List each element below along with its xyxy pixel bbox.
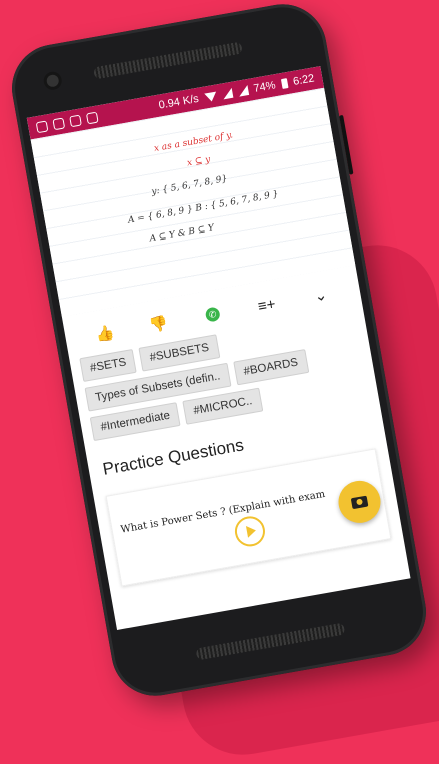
share-whatsapp-button[interactable]: ✆ (200, 303, 225, 327)
signal-icon-2 (237, 85, 249, 97)
dropbox-icon (35, 119, 49, 133)
phone-frame: 0.94 K/s 74% 6:22 x as a subset of y. x … (5, 0, 433, 703)
battery-icon (280, 78, 289, 90)
front-camera (45, 73, 60, 88)
signal-icon (221, 87, 233, 100)
clock: 6:22 (292, 72, 316, 88)
camera-icon (350, 495, 369, 509)
note-line: A = { 6, 8, 9 } B : { 5, 6, 7, 8, 9 } (127, 189, 280, 226)
bottom-speaker-grille (195, 622, 346, 661)
dislike-icon[interactable]: 👎 (146, 312, 171, 336)
tag-chip[interactable]: #BOARDS (232, 349, 309, 386)
note-line: y: { 5, 6, 7, 8, 9} (150, 174, 229, 198)
like-icon[interactable]: 👍 (92, 322, 117, 346)
whatsapp-icon: ✆ (204, 306, 221, 323)
side-button (339, 114, 354, 175)
note-line: x ⊆ y (186, 154, 212, 169)
play-icon (245, 524, 257, 538)
top-speaker-grille (93, 41, 243, 80)
sync-icon (52, 117, 66, 130)
whatsapp-notification-icon (69, 114, 82, 127)
tag-chip[interactable]: #SETS (79, 348, 138, 383)
battery-percent: 74% (252, 79, 277, 95)
wifi-icon (203, 91, 218, 103)
expand-chevron-icon[interactable]: ⌄ (308, 284, 333, 308)
question-text: What is Power Sets ? (Explain with exam (119, 488, 327, 536)
note-line: x as a subset of y. (153, 130, 234, 155)
note-line: A ⊆ Y & B ⊆ Y (148, 223, 215, 245)
laptop-icon (85, 111, 99, 124)
app-screen: 0.94 K/s 74% 6:22 x as a subset of y. x … (26, 66, 411, 630)
network-speed: 0.94 K/s (157, 92, 200, 112)
add-to-playlist-icon[interactable]: ≡+ (254, 293, 279, 317)
play-button[interactable] (232, 514, 268, 549)
